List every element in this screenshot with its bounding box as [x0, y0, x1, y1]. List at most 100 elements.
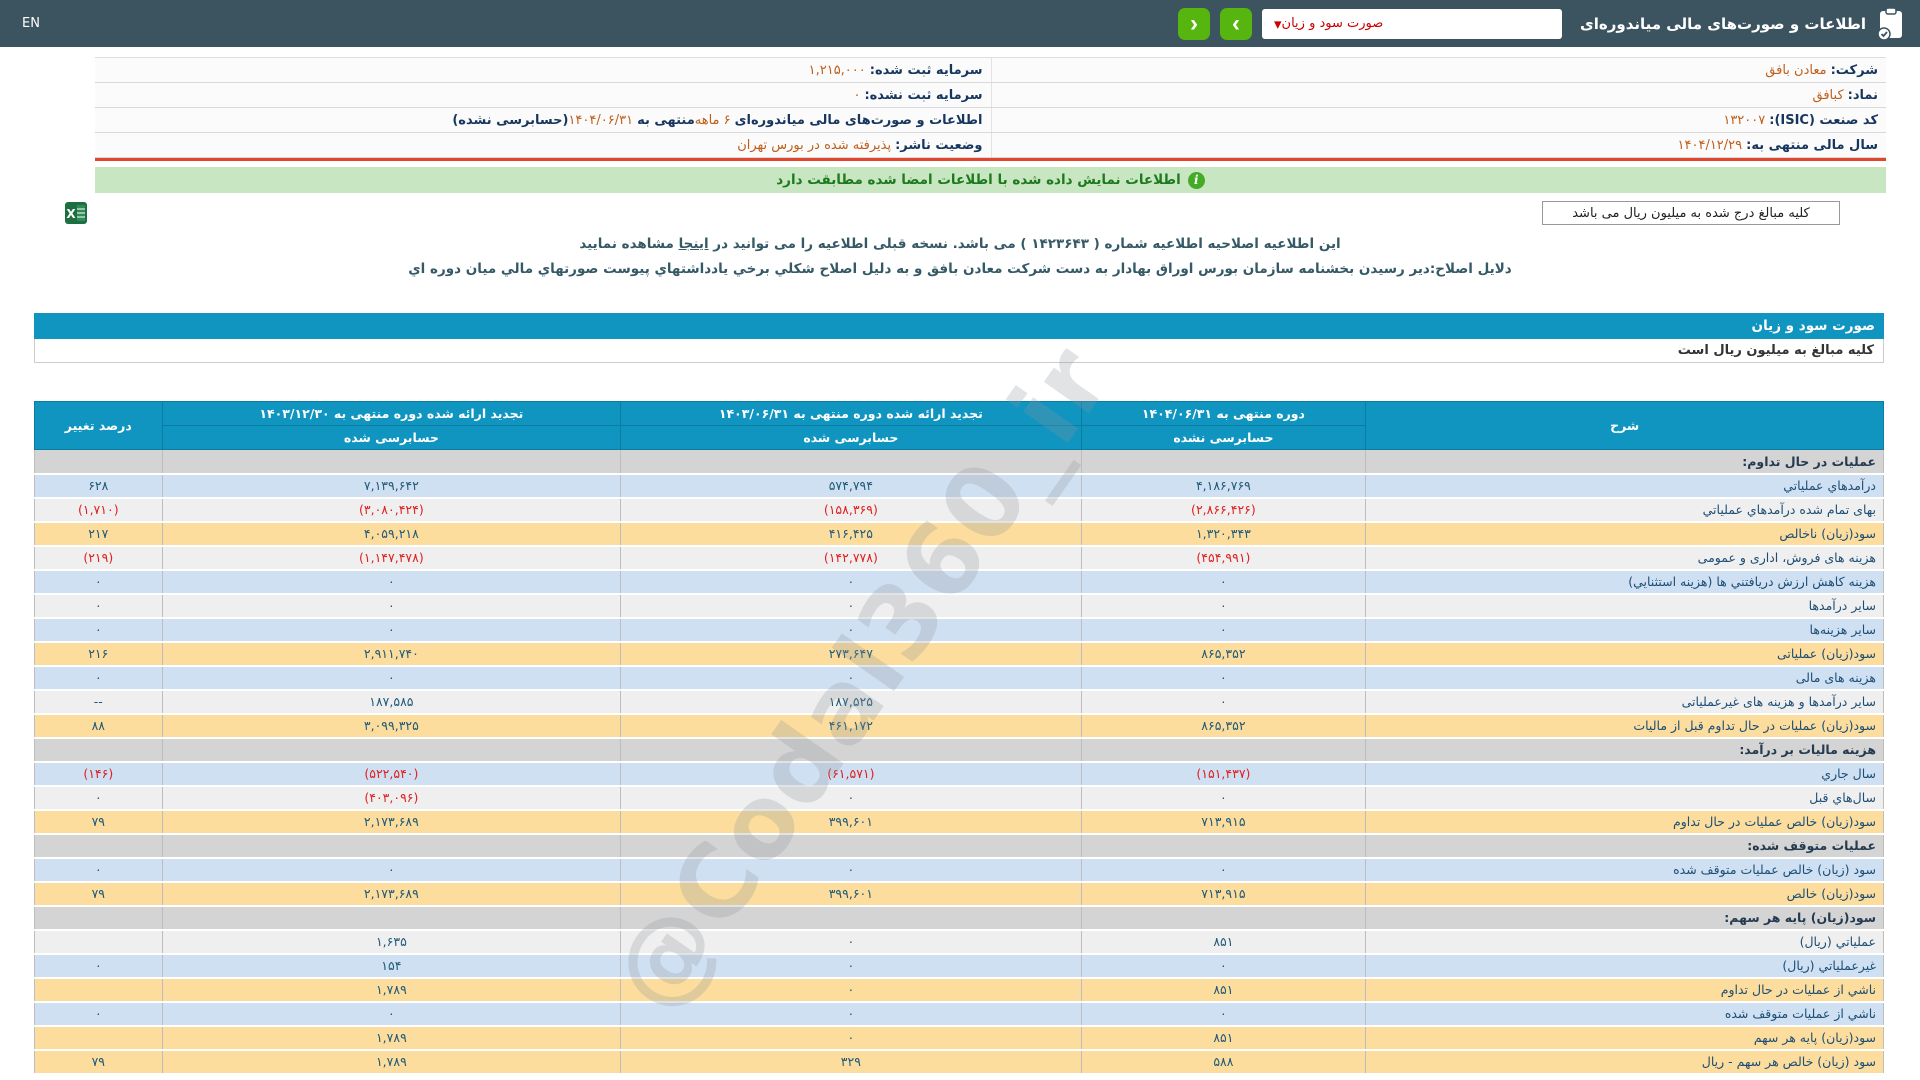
header-period3: تجدید ارائه شده دوره منتهی به ۱۴۰۳/۱۲/۳۰: [161, 401, 622, 426]
cell-value: ۵۷۴,۷۹۴: [620, 473, 1082, 499]
amendment-notice-text: این اطلاعیه اصلاحیه اطلاعیه شماره ( ۱۴۲۳…: [708, 236, 1341, 252]
cell-value: ۸۶۵,۳۵۲: [1080, 641, 1367, 667]
cell-value: [620, 737, 1082, 763]
info-value: ۰: [853, 87, 861, 103]
info-label: کد صنعت (ISIC):: [1769, 112, 1878, 128]
cell-description: سود (زیان) خالص هر سهم - ریال: [1365, 1049, 1884, 1075]
cell-value: ۴,۱۸۶,۷۶۹: [1080, 473, 1367, 499]
table-row: سود(زیان) خالص عملیات در حال تداوم ۷۱۳,۹۱…: [34, 809, 1884, 835]
cell-value: ۰: [161, 617, 622, 643]
table-row: عملیات در حال تداوم:: [34, 449, 1884, 475]
cell-value: [161, 449, 622, 475]
info-value: ۱۳۲۰۰۷: [1723, 112, 1766, 128]
cell-value: ۵۸۸: [1080, 1049, 1367, 1075]
cell-percent-change: (۱,۷۱۰): [34, 497, 163, 523]
cell-description: عملیاتي (ریال): [1365, 929, 1884, 955]
cell-description: درآمدهاي عملیاتي: [1365, 473, 1884, 499]
cell-description: سود(زیان) عملیاتی: [1365, 641, 1884, 667]
cell-percent-change: [34, 977, 163, 1003]
next-statement-button[interactable]: ›: [1220, 7, 1253, 40]
table-row: عملیات متوقف شده:: [34, 833, 1884, 859]
cell-value: ۳۹۹,۶۰۱: [620, 881, 1082, 907]
header-period2-audit: حسابرسی شده: [620, 425, 1082, 450]
cell-description: هزینه های مالی: [1365, 665, 1884, 691]
cell-percent-change: [34, 905, 163, 931]
excel-export-icon[interactable]: X: [64, 201, 88, 225]
dropdown-selected-value: صورت سود و زیان: [1281, 16, 1384, 31]
million-rial-note: کلیه مبالغ درج شده به میلیون ریال می باش…: [1542, 201, 1840, 225]
prev-statement-button[interactable]: ‹: [1178, 7, 1211, 40]
cell-percent-change: ۰: [34, 593, 163, 619]
table-row: سود(زیان) عملیاتی ۸۶۵,۳۵۲ ۲۷۳,۶۴۷ ۲,۹۱۱,۷۴۰…: [34, 641, 1884, 667]
company-info-row: نماد: کبافق سرمایه ثبت نشده: ۰: [95, 83, 1886, 108]
statement-type-dropdown[interactable]: صورت سود و زیان ▾: [1262, 8, 1563, 39]
info-label: سرمایه ثبت نشده:: [864, 87, 983, 103]
table-body: عملیات در حال تداوم: درآمدهاي عملیاتي ۴,۱۸…: [34, 449, 1884, 1075]
top-bar: اطلاعات و صورت‌های مالی میاندوره‌ای صورت…: [0, 0, 1920, 47]
cell-description: سود(زیان) خالص عملیات در حال تداوم: [1365, 809, 1884, 835]
cell-value: [620, 449, 1082, 475]
cell-value: ۰: [161, 593, 622, 619]
table-row: هزینه های مالی ۰ ۰ ۰ ۰: [34, 665, 1884, 691]
table-row: غیرعملیاتي (ریال) ۰ ۰ ۱۵۴ ۰: [34, 953, 1884, 979]
cell-value: ۸۶۵,۳۵۲: [1080, 713, 1367, 739]
cell-description: سال‌هاي قبل: [1365, 785, 1884, 811]
cell-value: ۳۹۹,۶۰۱: [620, 809, 1082, 835]
cell-value: (۲,۸۶۶,۴۲۶): [1080, 497, 1367, 523]
header-period3-audit: حسابرسی شده: [161, 425, 622, 450]
table-row: درآمدهاي عملیاتي ۴,۱۸۶,۷۶۹ ۵۷۴,۷۹۴ ۷,۱۳۹,۶۴…: [34, 473, 1884, 499]
info-value: معادن بافق: [1765, 62, 1827, 78]
table-row: سود(زیان) پایه هر سهم:: [34, 905, 1884, 931]
cell-value: ۸۵۱: [1080, 977, 1367, 1003]
table-row: سود (زیان) خالص عملیات متوقف شده ۰ ۰ ۰ ۰: [34, 857, 1884, 883]
cell-value: ۱,۷۸۹: [161, 1049, 622, 1075]
cell-description: غیرعملیاتي (ریال): [1365, 953, 1884, 979]
info-label: (حسابرسی نشده): [452, 112, 569, 128]
table-row: سود(زیان) پایه هر سهم ۸۵۱ ۰ ۱,۷۸۹: [34, 1025, 1884, 1051]
amendment-notice: این اطلاعیه اصلاحیه اطلاعیه شماره ( ۱۴۲۳…: [579, 236, 1341, 252]
cell-description: عملیات متوقف شده:: [1365, 833, 1884, 859]
company-info-cell: کد صنعت (ISIC): ۱۳۲۰۰۷: [990, 108, 1887, 132]
cell-value: (۱۵۱,۴۳۷): [1080, 761, 1367, 787]
cell-description: ناشي از عملیات متوقف شده: [1365, 1001, 1884, 1027]
cell-percent-change: ۷۹: [34, 881, 163, 907]
cell-percent-change: ۰: [34, 785, 163, 811]
cell-value: ۰: [1080, 569, 1367, 595]
cell-value: ۰: [620, 665, 1082, 691]
table-row: ناشي از عملیات متوقف شده ۰ ۰ ۰ ۰: [34, 1001, 1884, 1027]
cell-percent-change: [34, 929, 163, 955]
language-switch-en[interactable]: EN: [14, 12, 48, 35]
cell-value: ۰: [620, 785, 1082, 811]
cell-value: (۱,۱۴۷,۴۷۸): [161, 545, 622, 571]
company-info-cell: شرکت: معادن بافق: [990, 58, 1887, 82]
table-row: ناشي از عملیات در حال تداوم ۸۵۱ ۰ ۱,۷۸۹: [34, 977, 1884, 1003]
cell-value: ۰: [161, 1001, 622, 1027]
table-row: هزینه های فروش، اداری و عمومی (۴۵۴,۹۹۱) (۱…: [34, 545, 1884, 571]
info-label: سال مالی منتهی به:: [1746, 137, 1878, 153]
cell-value: [161, 833, 622, 859]
cell-description: هزینه مالیات بر درآمد:: [1365, 737, 1884, 763]
cell-value: ۷۱۳,۹۱۵: [1080, 881, 1367, 907]
header-period1: دوره منتهی به ۱۴۰۴/۰۶/۳۱: [1080, 401, 1367, 426]
cell-percent-change: ۲۱۷: [34, 521, 163, 547]
statement-section-title: صورت سود و زیان: [34, 313, 1884, 339]
company-info-cell: وضعیت ناشر: پذیرفته شده در بورس تهران: [95, 133, 991, 157]
clipboard-icon: [1877, 6, 1902, 41]
cell-percent-change: --: [34, 689, 163, 715]
cell-description: سود(زیان) خالص: [1365, 881, 1884, 907]
table-row: سود (زیان) خالص هر سهم - ریال ۵۸۸ ۳۲۹ ۱,۷۸۹…: [34, 1049, 1884, 1075]
cell-value: ۰: [620, 593, 1082, 619]
cell-value: ۲۷۳,۶۴۷: [620, 641, 1082, 667]
cell-value: ۲,۹۱۱,۷۴۰: [161, 641, 622, 667]
cell-value: ۰: [620, 953, 1082, 979]
note-row: کلیه مبالغ درج شده به میلیون ریال می باش…: [64, 201, 1840, 225]
cell-percent-change: [34, 833, 163, 859]
svg-text:X: X: [66, 207, 76, 221]
amendment-reason: دلایل اصلاح:دیر رسیدن بخشنامه سازمان بور…: [408, 261, 1512, 277]
cell-description: سود (زیان) خالص عملیات متوقف شده: [1365, 857, 1884, 883]
cell-value: (۴۵۴,۹۹۱): [1080, 545, 1367, 571]
previous-version-link[interactable]: اینجا: [679, 236, 709, 252]
info-value: کبافق: [1812, 87, 1844, 103]
table-row: سایر درآمدها ۰ ۰ ۰ ۰: [34, 593, 1884, 619]
cell-value: ۸۵۱: [1080, 1025, 1367, 1051]
